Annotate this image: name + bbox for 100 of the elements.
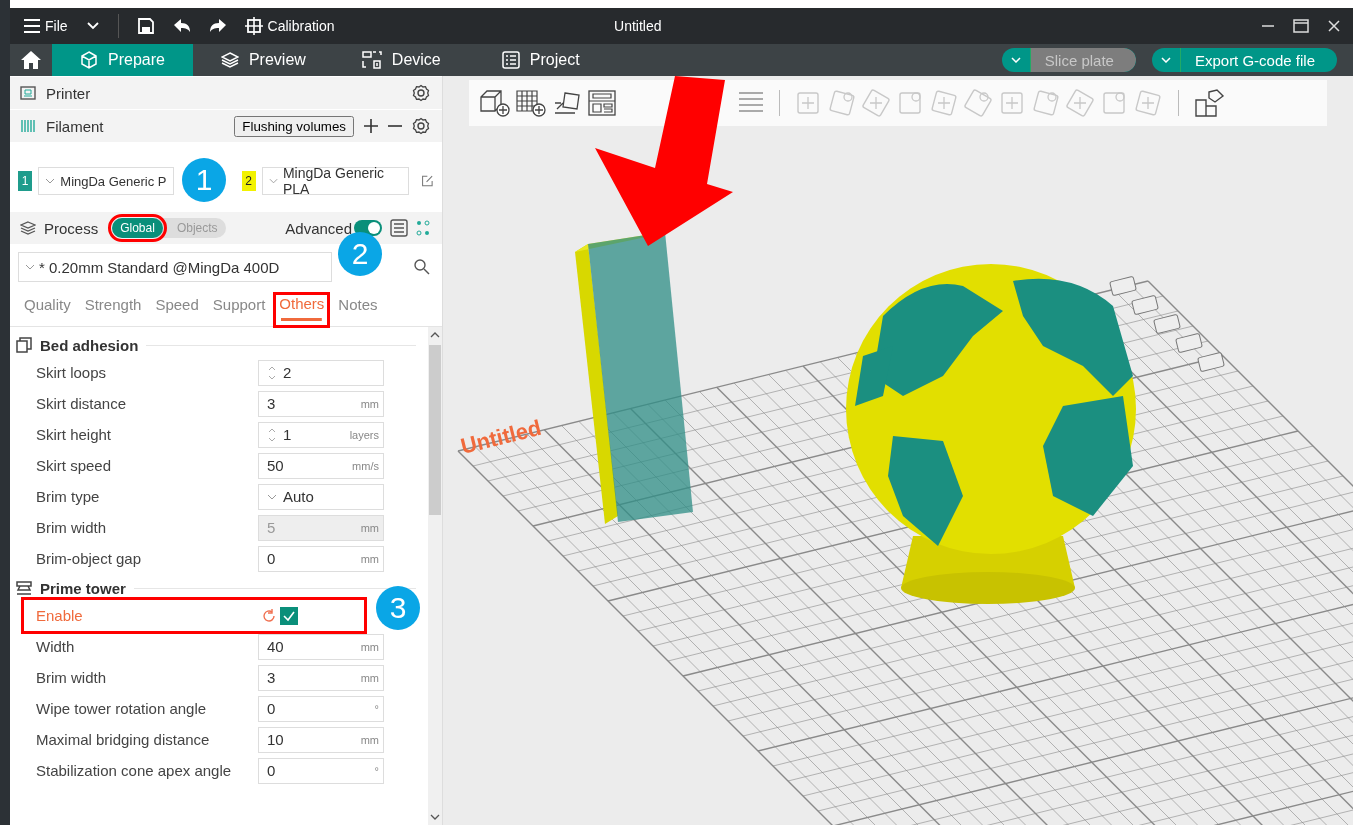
input-field[interactable]: 10 mm (258, 726, 384, 753)
chevron-down-icon (267, 493, 277, 500)
settings-tab[interactable]: Quality (24, 296, 71, 318)
navigation-tab[interactable]: Preview (192, 44, 334, 76)
file-menu-button[interactable]: File (24, 18, 68, 34)
unit-label: mm (360, 733, 379, 746)
calibration-icon (244, 17, 263, 35)
input-field[interactable]: 1 layers (258, 421, 384, 448)
settings-icon[interactable] (412, 84, 430, 102)
advanced-toggle[interactable] (354, 220, 382, 236)
settings-tab[interactable]: Strength (84, 296, 142, 318)
setting-label: Skirt distance (36, 394, 128, 414)
scroll-down-icon[interactable] (430, 813, 440, 821)
reset-icon[interactable] (262, 608, 276, 623)
setting-label: Maximal bridging distance (36, 730, 211, 750)
filament-dropdown[interactable]: MingDa Generic PLA (261, 167, 410, 195)
chevron-down-icon[interactable] (85, 21, 100, 31)
redo-icon[interactable] (208, 18, 227, 34)
window-title: Untitled (613, 18, 663, 34)
copy-icon (16, 337, 32, 353)
printer-label: Printer (46, 84, 91, 102)
arrange-icon[interactable] (587, 89, 617, 117)
process-label: Process (44, 219, 99, 237)
save-icon[interactable] (136, 17, 155, 35)
input-field[interactable]: 50 mm/s (258, 452, 384, 479)
input-field[interactable]: Auto (258, 483, 384, 510)
puzzle-icon[interactable] (1193, 88, 1225, 118)
callout-number: 3 (376, 586, 420, 630)
close-icon[interactable] (1327, 19, 1341, 33)
setting-label: Width (36, 637, 76, 657)
search-icon[interactable] (414, 259, 430, 275)
plate-name-label: Untitled (458, 414, 544, 459)
input-field[interactable]: 3 mm (258, 664, 384, 691)
setting-label: Stabilization cone apex angle (36, 761, 233, 781)
flushing-volumes-button[interactable]: Flushing volumes (234, 115, 354, 137)
input-field[interactable]: 0 ° (258, 695, 384, 722)
tower-icon (16, 580, 32, 596)
menu-icon (24, 19, 40, 33)
scroll-up-icon[interactable] (430, 331, 440, 339)
setting-label: Brim-object gap (36, 549, 143, 569)
device-icon (361, 51, 382, 69)
calibration-button[interactable]: Calibration (244, 17, 335, 35)
setting-label: Brim type (36, 487, 101, 507)
unit-label: layers (349, 428, 379, 441)
layers-icon (220, 51, 239, 69)
scrollbar[interactable] (428, 327, 442, 825)
edit-icon[interactable] (421, 173, 434, 189)
caret-icon (1160, 57, 1171, 63)
setting-label: Skirt speed (36, 456, 113, 476)
layers-icon (20, 220, 36, 236)
chevron-down-icon (25, 264, 35, 270)
home-icon (20, 50, 42, 70)
export-gcode-button[interactable]: Export G-code file (1151, 48, 1337, 72)
chevron-down-icon (45, 178, 56, 184)
section-title: Prime tower (40, 579, 126, 597)
setting-label: Brim width (36, 518, 107, 538)
printer-icon (20, 85, 36, 101)
settings-tab[interactable]: Support (212, 296, 266, 318)
input-field[interactable]: 0 mm (258, 545, 384, 572)
filament-dropdown[interactable]: MingDa Generic P (38, 167, 174, 195)
input-field[interactable]: 3 mm (258, 390, 384, 417)
plus-icon[interactable] (364, 119, 378, 133)
plate-tool-icons[interactable] (1109, 275, 1225, 373)
navigation-tab[interactable]: Prepare (52, 44, 193, 76)
filament-spool-icon (20, 118, 36, 134)
section-title: Bed adhesion (40, 336, 139, 354)
undo-icon[interactable] (172, 18, 191, 34)
navigation-tab[interactable]: Project (473, 44, 614, 76)
settings-icon[interactable] (412, 117, 430, 135)
setting-label: Skirt loops (36, 363, 108, 383)
list-icon (501, 51, 520, 69)
setting-label: Skirt height (36, 425, 113, 445)
settings-tab[interactable]: Speed (155, 296, 199, 318)
input-field[interactable]: 2 (258, 359, 384, 386)
nodes-icon[interactable] (416, 220, 430, 236)
process-preset-dropdown[interactable]: * 0.20mm Standard @MingDa 400D (18, 252, 332, 282)
filament-slot-number: 1 (18, 171, 33, 191)
maximize-icon[interactable] (1293, 19, 1309, 33)
unit-label: mm (360, 671, 379, 684)
input-field[interactable]: 0 ° (258, 757, 384, 784)
settings-tab[interactable]: Notes (338, 296, 378, 318)
unit-label: mm (360, 640, 379, 653)
unit-label: mm (360, 397, 379, 410)
add-cube-icon[interactable] (479, 89, 511, 117)
unit-label: mm (360, 552, 379, 565)
chevron-down-icon (268, 178, 278, 184)
checkbox[interactable] (280, 606, 298, 625)
list-icon[interactable] (390, 219, 408, 237)
setting-label: Wipe tower rotation angle (36, 699, 208, 719)
filament-label: Filament (46, 117, 104, 135)
caret-icon (1010, 57, 1021, 63)
navigation-tab[interactable]: Device (333, 44, 474, 76)
unit-label: ° (374, 702, 379, 715)
callout-number: 1 (182, 158, 227, 202)
unit-label: ° (374, 764, 379, 777)
setting-label: Brim width (36, 668, 107, 688)
grid-add-icon[interactable] (515, 89, 547, 117)
unit-label: mm/s (352, 459, 379, 472)
setting-label: Enable (36, 606, 84, 626)
input-field[interactable]: 40 mm (258, 633, 384, 660)
